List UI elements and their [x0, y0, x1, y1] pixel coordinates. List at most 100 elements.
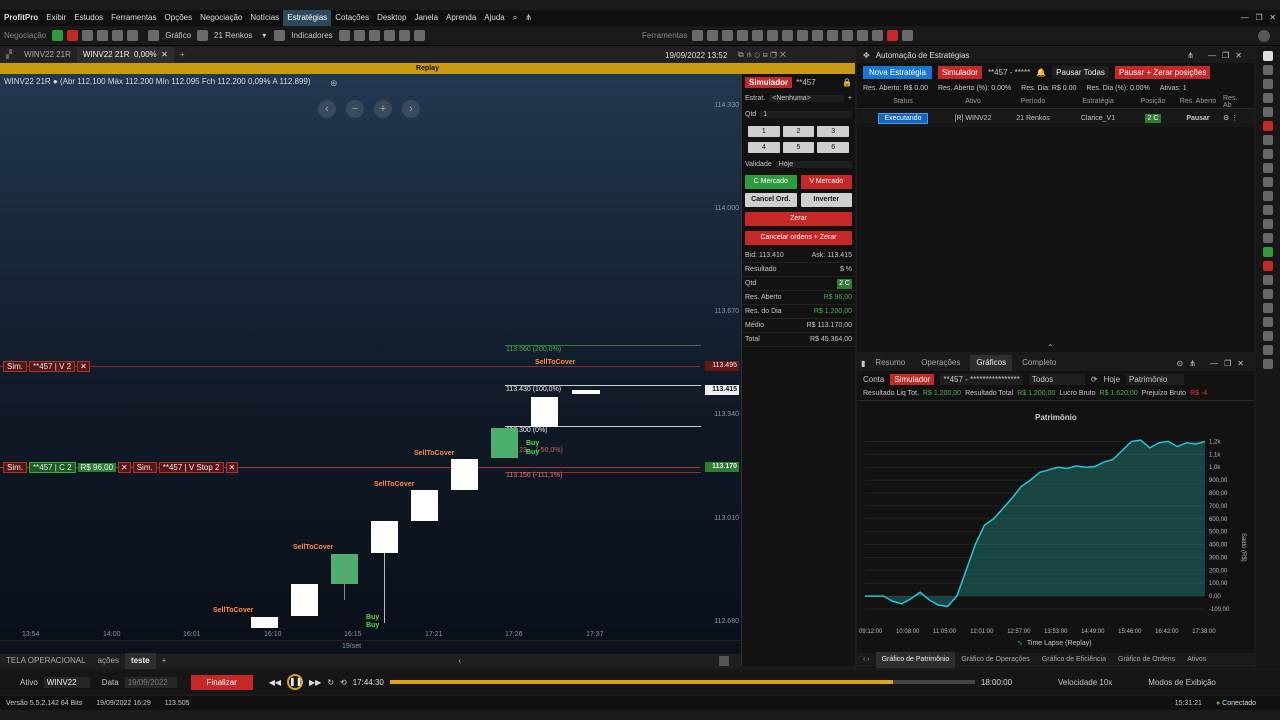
tab-completo[interactable]: Completo — [1016, 355, 1062, 371]
order-label-c2[interactable]: Sim. **457 | C 2 R$ 96,00 ✕ Sim. **457 |… — [3, 462, 239, 473]
pie-icon[interactable] — [97, 30, 109, 41]
display-modes-select[interactable]: Modos de Exibição — [1148, 678, 1216, 687]
tab-patrimonio[interactable]: Gráfico de Patrimônio — [875, 652, 956, 668]
conta-select[interactable]: **457 - ***** — [988, 68, 1030, 77]
scrollbar-thumb[interactable] — [719, 656, 729, 666]
tool-icon[interactable] — [842, 30, 853, 41]
table-row[interactable]: Executando [R] WINV22 21 Renkos Clarice_… — [857, 109, 1254, 127]
grid-icon[interactable] — [82, 30, 94, 41]
layout-icon[interactable]: ▞ — [0, 47, 18, 63]
close-icon[interactable]: ✕ — [77, 361, 90, 372]
fibonacci-icon[interactable] — [1263, 289, 1273, 299]
menu-estrategias[interactable]: Estratégias — [283, 10, 332, 26]
indicator-icon[interactable] — [274, 30, 286, 41]
gear-icon[interactable]: ⚙ ⋮ — [1223, 114, 1238, 122]
menu-opcoes[interactable]: Opções — [161, 10, 197, 26]
history-icon[interactable]: ⟲ — [340, 678, 347, 687]
triangle-icon[interactable] — [1263, 331, 1273, 341]
cancel-zerar-button[interactable]: Cancelar ordens + Zerar — [745, 231, 852, 245]
pause-zerar-button[interactable]: Pausar + Zerar posições — [1114, 65, 1211, 79]
ruler-icon[interactable] — [1263, 345, 1273, 355]
add-icon[interactable] — [1263, 65, 1273, 75]
invert-button[interactable]: Inverter — [800, 193, 852, 207]
menu-janela[interactable]: Janela — [410, 10, 442, 26]
line-icon[interactable] — [1263, 191, 1273, 201]
forward-icon[interactable]: ▶▶ — [309, 678, 321, 687]
tool-icon[interactable] — [797, 30, 808, 41]
toolbar-grafico[interactable]: Gráfico — [161, 31, 195, 40]
chart-icon[interactable] — [148, 30, 160, 41]
zoom-fit-icon[interactable] — [368, 30, 380, 41]
tool-icon[interactable] — [812, 30, 823, 41]
tab-operacoes-chart[interactable]: Gráfico de Operações — [955, 652, 1035, 668]
rewind-icon[interactable]: ◀◀ — [269, 678, 281, 687]
window-controls[interactable]: — ❐ ✕ — [1241, 10, 1276, 26]
line-icon[interactable] — [1263, 149, 1273, 159]
app-logo[interactable]: ProfitPro — [0, 10, 42, 26]
sell-market-button[interactable]: V Mercado — [800, 175, 852, 189]
arrow-up-icon[interactable] — [1263, 247, 1273, 257]
close-icon[interactable]: ✕ — [118, 462, 131, 473]
buy-icon[interactable] — [52, 30, 64, 41]
fibonacci-icon[interactable] — [1263, 275, 1273, 285]
qty-button[interactable]: 2 — [782, 126, 815, 137]
replay-icon[interactable]: ↻ — [327, 678, 334, 687]
ellipse-icon[interactable] — [1263, 317, 1273, 327]
qty-button[interactable]: 5 — [782, 142, 815, 153]
zoom-in-icon[interactable]: + — [374, 100, 392, 118]
qtd-input[interactable]: 1 — [760, 110, 852, 118]
list-icon[interactable] — [112, 30, 124, 41]
cursor-icon[interactable] — [1263, 93, 1273, 103]
tool-icon[interactable] — [782, 30, 793, 41]
menu-desktop[interactable]: Desktop — [373, 10, 410, 26]
window-controls[interactable]: ⧉⋔⊙⊟❐✕ — [738, 50, 789, 60]
minus-icon[interactable] — [1263, 79, 1273, 89]
buy-market-button[interactable]: C Mercado — [745, 175, 797, 189]
speed-label[interactable]: Velocidade 10x — [1058, 678, 1112, 687]
todos-select[interactable]: Todos — [1028, 373, 1085, 385]
search-icon[interactable]: ⌕ — [509, 10, 521, 26]
rectangle-icon[interactable] — [1263, 303, 1273, 313]
magnet-icon[interactable] — [1263, 121, 1273, 131]
arrow-down-icon[interactable] — [1263, 261, 1273, 271]
share-icon[interactable]: ⋔ — [521, 10, 536, 26]
close-icon[interactable]: ✕ — [161, 50, 168, 59]
pen-icon[interactable] — [1263, 135, 1273, 145]
text-icon[interactable] — [1263, 233, 1273, 243]
simulador-badge[interactable]: Simulador — [937, 65, 982, 79]
patrimonio-select[interactable]: Patrimônio — [1126, 373, 1185, 385]
bell-icon[interactable]: 🔔 — [1036, 68, 1046, 77]
zoom-out-icon[interactable]: − — [346, 100, 364, 118]
toolbar-ferramentas[interactable]: Ferramentas — [642, 31, 687, 40]
tab-chart-2[interactable]: WINV22 21R 0,00% ✕ — [76, 47, 174, 63]
window-controls[interactable]: ⋔ —❐✕ — [1187, 51, 1248, 60]
order-line-v2[interactable] — [0, 366, 700, 367]
conta[interactable]: **457 — [796, 78, 816, 87]
ativo-input[interactable]: WINV22 — [43, 676, 90, 688]
scroll-left-icon[interactable]: ‹ — [452, 653, 467, 669]
crosshair-icon[interactable] — [1263, 107, 1273, 117]
tool-icon[interactable] — [827, 30, 838, 41]
menu-exibir[interactable]: Exibir — [42, 10, 70, 26]
sheet-tab[interactable]: TELA OPERACIONAL — [0, 653, 92, 669]
menu-noticias[interactable]: Notícias — [246, 10, 283, 26]
tab-ativos[interactable]: Ativos — [1181, 652, 1212, 668]
lock-icon[interactable]: 🔒 — [842, 78, 852, 87]
gear-icon[interactable] — [902, 30, 913, 41]
tool-icon[interactable] — [857, 30, 868, 41]
scroll-left-icon[interactable]: ‹ › — [857, 652, 876, 668]
tool-icon[interactable] — [752, 30, 763, 41]
tab-graficos[interactable]: Gráficos — [970, 355, 1013, 371]
menu-negociacao[interactable]: Negociação — [196, 10, 246, 26]
estrat-select[interactable]: <Nenhuma> — [769, 94, 844, 102]
equity-chart[interactable]: Patrimônio Saldo (R$) 1,2k 1,1k 1,0k 900,00… — [857, 403, 1254, 653]
conta-select[interactable]: **457 - **************** — [940, 373, 1023, 385]
progress-track[interactable] — [389, 680, 975, 684]
new-strategy-button[interactable]: Nova Estratégia — [863, 65, 932, 79]
refresh-icon[interactable]: ⟳ — [1091, 375, 1098, 384]
cancel-orders-button[interactable]: Cancel Ord. — [745, 193, 797, 207]
sheet-tab[interactable]: ações — [92, 653, 125, 669]
scroll-right-icon[interactable]: › — [402, 100, 420, 118]
qty-button[interactable]: 1 — [748, 126, 780, 137]
hline-icon[interactable] — [1263, 205, 1273, 215]
